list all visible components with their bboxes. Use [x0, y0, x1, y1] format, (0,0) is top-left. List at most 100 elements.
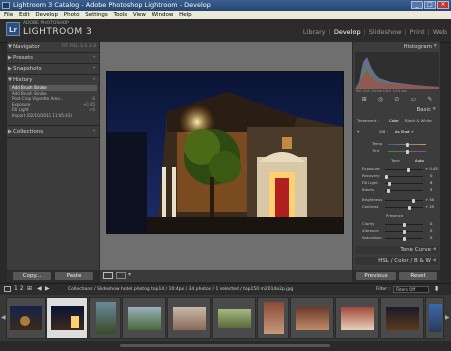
crop-tool-icon[interactable]: ⊞ [362, 96, 367, 103]
main-photo[interactable] [106, 71, 344, 234]
clarity-value[interactable]: 0 [430, 221, 432, 226]
menu-file[interactable]: File [4, 12, 13, 18]
menu-view[interactable]: View [133, 12, 146, 18]
minimize-icon[interactable]: _ [411, 1, 423, 9]
exposure-value[interactable]: + 0.45 [425, 166, 438, 171]
spot-removal-tool-icon[interactable]: ◎ [378, 96, 383, 103]
treatment-color-option[interactable]: Color [389, 118, 399, 123]
exposure-slider[interactable] [385, 167, 423, 172]
module-develop[interactable]: Develop [334, 28, 361, 36]
collections-header[interactable]: ▶Collections + [7, 128, 99, 136]
blacks-value[interactable]: 5 [430, 187, 432, 192]
brightness-value[interactable]: + 50 [425, 197, 434, 202]
filmstrip-source-path[interactable]: Collections / Slideshow hotel photog top… [68, 287, 293, 292]
tint-slider[interactable] [388, 149, 426, 154]
slider-knob[interactable] [385, 174, 388, 179]
slider-knob[interactable] [407, 167, 410, 172]
reset-button[interactable]: Reset [399, 272, 437, 280]
add-collection-icon[interactable]: + [92, 128, 96, 136]
contrast-value[interactable]: + 25 [425, 204, 434, 209]
before-after-view-icon[interactable] [116, 272, 126, 279]
histogram[interactable] [355, 52, 439, 89]
red-eye-tool-icon[interactable]: ⊙ [394, 96, 399, 103]
forward-arrow-icon[interactable]: ▶ [45, 285, 50, 292]
wb-select[interactable]: As Shot ÷ [395, 129, 414, 134]
paste-button[interactable]: Paste [55, 272, 93, 280]
recovery-slider[interactable] [385, 174, 423, 179]
filter-lock-icon[interactable]: ▮ [435, 285, 438, 292]
scrollbar-thumb[interactable] [120, 344, 330, 347]
snapshots-header[interactable]: ▶Snapshots + [7, 65, 99, 73]
vibrance-value[interactable]: 0 [430, 228, 432, 233]
adjustment-brush-icon[interactable]: ✎ [427, 96, 432, 103]
module-library[interactable]: Library [303, 28, 326, 36]
module-slideshow[interactable]: Slideshow [369, 28, 402, 36]
slider-knob[interactable] [403, 222, 406, 227]
history-item[interactable]: Import (02/10/2011 11:05:43) [9, 113, 97, 119]
recovery-value[interactable]: 0 [430, 173, 432, 178]
filmstrip-right-arrow-icon[interactable]: ▶ [445, 314, 450, 321]
module-print[interactable]: Print [410, 28, 425, 36]
slider-knob[interactable] [403, 229, 406, 234]
clear-history-icon[interactable]: × [92, 76, 96, 84]
chevron-down-icon[interactable]: ▾ [128, 271, 131, 278]
filmstrip-left-arrow-icon[interactable]: ◀ [1, 314, 6, 321]
slider-knob[interactable] [406, 142, 409, 147]
slider-knob[interactable] [387, 188, 390, 193]
filmstrip-thumbnail[interactable] [257, 297, 289, 339]
slider-knob[interactable] [403, 236, 406, 241]
treatment-bw-option[interactable]: Black & White [405, 118, 432, 123]
grid-view-icon[interactable]: ⊞ [27, 285, 32, 292]
slider-knob[interactable] [412, 198, 415, 203]
blacks-slider[interactable] [385, 188, 423, 193]
fill-light-slider[interactable] [385, 181, 423, 186]
filmstrip-thumbnail[interactable] [425, 297, 444, 339]
menu-edit[interactable]: Edit [19, 12, 30, 18]
slider-knob[interactable] [406, 149, 409, 154]
close-icon[interactable]: × [437, 1, 449, 9]
saturation-slider[interactable] [385, 236, 423, 241]
copy-button[interactable]: Copy... [13, 272, 51, 280]
eyedropper-icon[interactable]: ⌖ [357, 129, 359, 134]
filmstrip-thumbnail[interactable] [290, 297, 334, 339]
contrast-slider[interactable] [385, 205, 423, 210]
back-arrow-icon[interactable]: ◀ [37, 285, 42, 292]
add-preset-icon[interactable]: + [92, 54, 96, 62]
filter-select[interactable]: Filters Off [393, 286, 429, 293]
navigator-zoom-options[interactable]: FIT FILL 1:1 1:3 [62, 43, 96, 51]
menu-develop[interactable]: Develop [35, 12, 58, 18]
filmstrip-thumbnail[interactable] [89, 297, 121, 339]
filmstrip-thumbnail[interactable] [335, 297, 379, 339]
menu-photo[interactable]: Photo [64, 12, 80, 18]
filmstrip-scrollbar[interactable] [0, 341, 451, 351]
module-web[interactable]: Web [433, 28, 447, 36]
filmstrip-thumbnail[interactable] [122, 297, 166, 339]
filmstrip-thumbnail[interactable] [380, 297, 424, 339]
vibrance-slider[interactable] [385, 229, 423, 234]
basic-header[interactable]: Basic ▼ [355, 106, 439, 114]
slider-knob[interactable] [408, 205, 411, 210]
previous-button[interactable]: Previous [356, 272, 396, 280]
maximize-icon[interactable]: □ [424, 1, 436, 9]
saturation-value[interactable]: 0 [430, 235, 432, 240]
temp-slider[interactable] [388, 142, 426, 147]
secondary-window-icon[interactable] [4, 286, 11, 292]
add-snapshot-icon[interactable]: + [92, 65, 96, 73]
filmstrip-thumbnail-selected[interactable] [46, 297, 88, 339]
brightness-slider[interactable] [385, 198, 423, 203]
auto-tone-button[interactable]: Auto [415, 158, 424, 163]
menu-tools[interactable]: Tools [114, 12, 128, 18]
presets-header[interactable]: ▶Presets + [7, 54, 99, 62]
tone-curve-header[interactable]: Tone Curve ◀ [355, 246, 439, 254]
filmstrip-thumbnail[interactable] [167, 297, 211, 339]
slider-knob[interactable] [388, 181, 391, 186]
pages-indicator[interactable]: 1 2 [14, 285, 24, 292]
filmstrip-thumbnail[interactable] [212, 297, 256, 339]
menu-help[interactable]: Help [179, 12, 192, 18]
menu-settings[interactable]: Settings [85, 12, 108, 18]
hsl-header[interactable]: HSL / Color / B & W ◀ [355, 257, 439, 265]
histogram-header[interactable]: Histogram ▼ [355, 43, 440, 51]
fill-light-value[interactable]: 6 [430, 180, 432, 185]
filmstrip-thumbnail[interactable] [6, 297, 46, 339]
menu-window[interactable]: Window [152, 12, 174, 18]
